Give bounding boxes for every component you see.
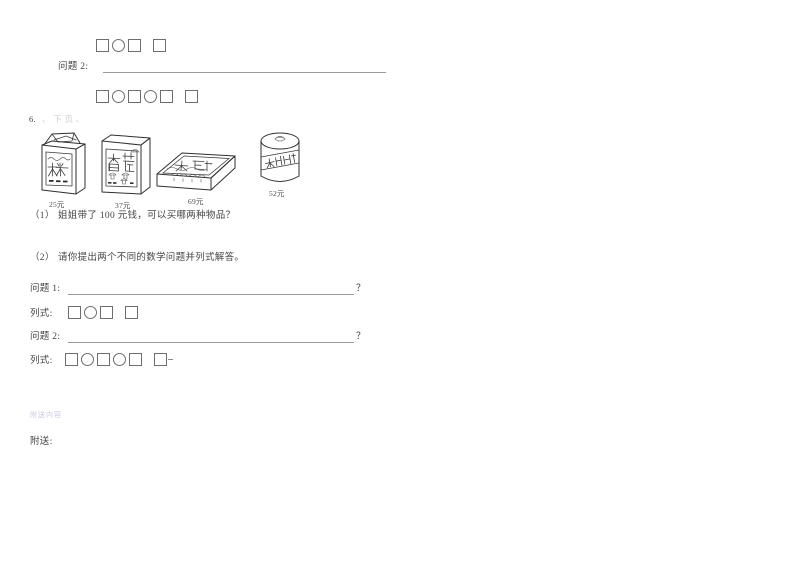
question-1-trailing-mark: ？	[356, 284, 366, 294]
answer-box[interactable]	[128, 39, 141, 52]
answer-box[interactable]	[153, 39, 166, 52]
question-2-label: 问题 2:	[30, 332, 61, 342]
question-1-blank[interactable]	[68, 294, 354, 295]
formula-row-2[interactable]	[65, 353, 173, 366]
answer-box[interactable]	[65, 353, 78, 366]
answer-box[interactable]	[160, 90, 173, 103]
footer-faint-text: 附送内容	[30, 411, 62, 419]
answer-box[interactable]	[125, 306, 138, 319]
subquestion-2-text: 请你提出两个不同的数学问题并列式解答。	[58, 253, 245, 263]
formula-1-label: 列式:	[30, 309, 53, 319]
operator-circle[interactable]	[144, 90, 157, 103]
answer-box[interactable]	[154, 353, 167, 366]
price-rice: 25元	[49, 200, 65, 209]
price-mushroom: 37元	[115, 201, 131, 210]
answer-box[interactable]	[68, 306, 81, 319]
subquestion-2-marker: （2）	[30, 253, 55, 263]
problem-6-faint-note: 、 下 页 、	[42, 114, 85, 124]
answer-box[interactable]	[96, 90, 109, 103]
attachment-label: 附送:	[30, 437, 53, 447]
goods-rice	[32, 128, 92, 198]
price-shrimp: 69元	[188, 197, 204, 206]
price-can: 52元	[269, 189, 285, 198]
stray-mark	[168, 359, 173, 360]
question-2-blank-top[interactable]	[103, 72, 386, 73]
subquestion-1-marker: （1）	[30, 211, 55, 221]
operator-circle[interactable]	[112, 39, 125, 52]
answer-box[interactable]	[128, 90, 141, 103]
goods-shrimp	[155, 145, 240, 200]
goods-can	[257, 130, 309, 192]
answer-row-top-1[interactable]	[96, 39, 166, 52]
answer-box[interactable]	[185, 90, 198, 103]
problem-6-number: 6.	[29, 114, 36, 124]
subquestion-1-text: 姐姐带了 100 元钱，可以买哪两种物品？	[58, 211, 236, 221]
operator-circle[interactable]	[113, 353, 126, 366]
formula-2-label: 列式:	[30, 356, 53, 366]
operator-circle[interactable]	[81, 353, 94, 366]
goods-mushroom	[95, 130, 157, 198]
operator-circle[interactable]	[112, 90, 125, 103]
question-1-label: 问题 1:	[30, 284, 61, 294]
question-2-label-top: 问题 2:	[58, 62, 89, 72]
worksheet-page: 问题 2: 6. 、 下 页 、 25元 37元 69元 52元 （1） 姐姐带…	[0, 0, 800, 565]
operator-circle[interactable]	[84, 306, 97, 319]
answer-box[interactable]	[96, 39, 109, 52]
answer-row-top-2[interactable]	[96, 90, 198, 103]
answer-box[interactable]	[97, 353, 110, 366]
question-2-blank[interactable]	[68, 342, 354, 343]
answer-box[interactable]	[100, 306, 113, 319]
answer-box[interactable]	[129, 353, 142, 366]
question-2-trailing-mark: ？	[356, 332, 366, 342]
formula-row-1[interactable]	[68, 306, 138, 319]
